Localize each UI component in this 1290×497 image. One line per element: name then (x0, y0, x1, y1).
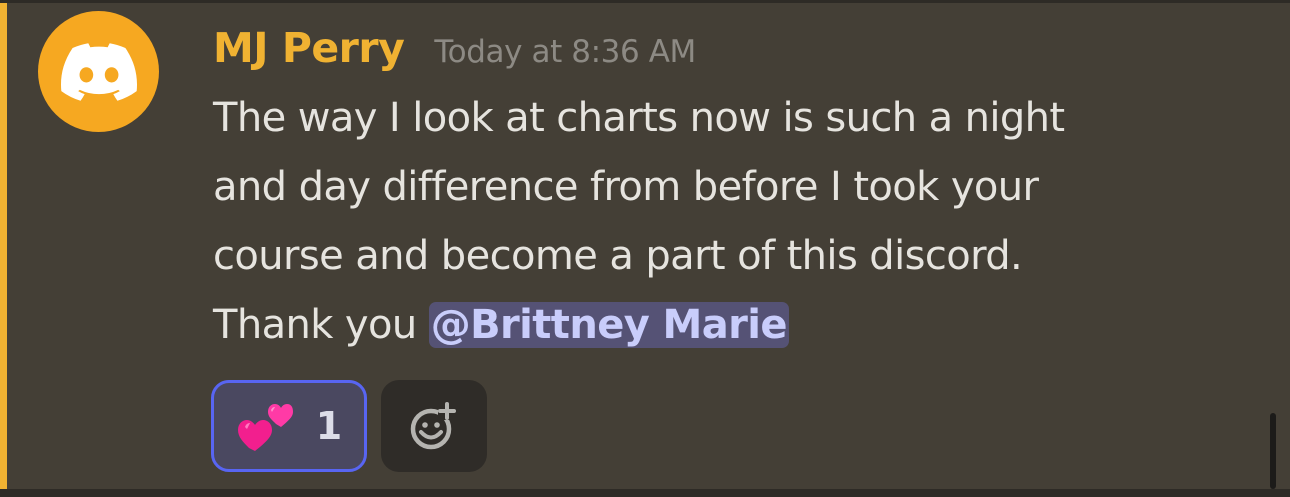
scrollbar[interactable] (1270, 413, 1276, 489)
add-reaction-button[interactable] (381, 380, 487, 472)
message-text: Thank you (213, 302, 429, 348)
avatar[interactable] (38, 11, 159, 132)
two-hearts-icon (236, 400, 294, 452)
user-mention[interactable]: @Brittney Marie (428, 302, 789, 348)
message-line: The way I look at charts now is such a n… (213, 95, 1065, 141)
add-reaction-icon (410, 402, 456, 450)
reaction-two-hearts[interactable]: 1 (211, 380, 367, 472)
reaction-count: 1 (315, 404, 343, 448)
message-line-last: Thank you @Brittney Marie (213, 291, 1223, 360)
message-content: The way I look at charts now is such a n… (213, 84, 1223, 360)
discord-message-view: MJ Perry Today at 8:36 AM The way I look… (0, 0, 1290, 497)
divider (0, 0, 1290, 3)
message-timestamp: Today at 8:36 AM (434, 34, 696, 70)
author-name[interactable]: MJ Perry (213, 22, 405, 74)
reaction-bar: 1 (211, 380, 487, 472)
divider (0, 489, 1290, 497)
mention-highlight-bar (0, 3, 7, 489)
message-line: course and become a part of this discord… (213, 233, 1023, 279)
message-header: MJ Perry Today at 8:36 AM (213, 22, 696, 74)
discord-logo-icon (60, 42, 137, 101)
message-line: and day difference from before I took yo… (213, 164, 1039, 210)
